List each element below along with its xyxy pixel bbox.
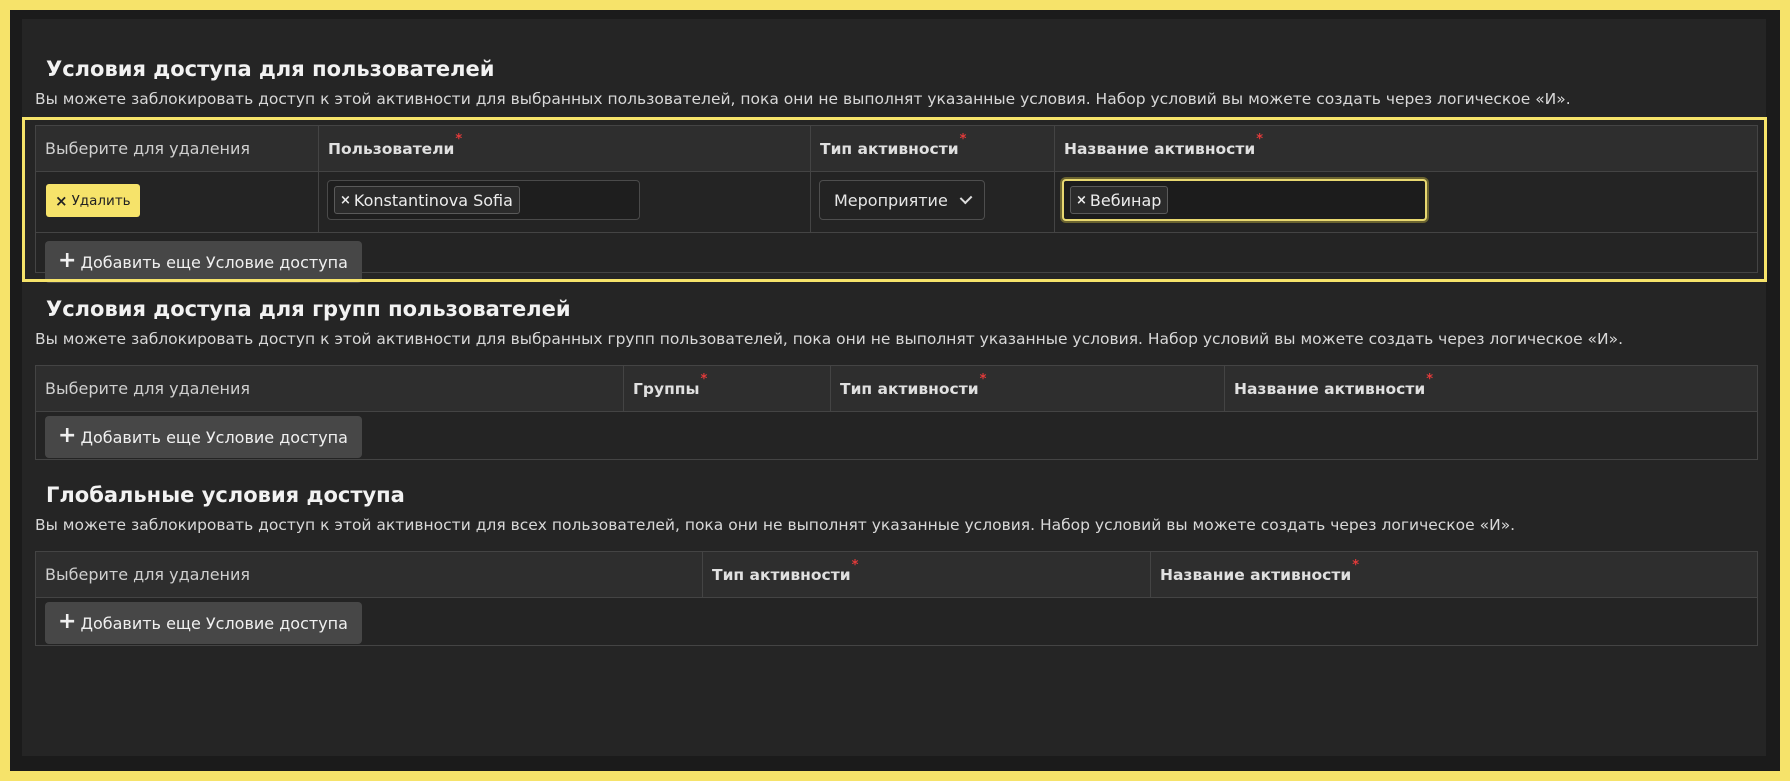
users-section-title: Условия доступа для пользователей: [46, 57, 495, 81]
add-condition-button[interactable]: + Добавить еще Условие доступа: [45, 602, 362, 644]
column-activity-type: Тип активности*: [702, 552, 1150, 597]
row-divider: [36, 232, 1757, 233]
add-condition-label: Добавить еще Условие доступа: [80, 252, 348, 272]
column-activity-type: Тип активности*: [810, 126, 1054, 171]
plus-icon: +: [58, 248, 77, 273]
user-tag-label: Konstantinova Sofia: [353, 190, 513, 210]
activity-tag: × Вебинар: [1070, 186, 1169, 214]
activity-name-cell: × Вебинар: [1054, 172, 1757, 232]
table-header: Выберите для удаления Группы* Тип активн…: [36, 366, 1757, 412]
page-frame: Условия доступа для пользователей Вы мож…: [10, 10, 1780, 771]
required-mark: *: [979, 372, 987, 387]
chevron-down-icon: [959, 191, 973, 204]
global-conditions-table: Выберите для удаления Тип активности* На…: [35, 551, 1758, 646]
column-groups: Группы*: [623, 366, 830, 411]
column-activity-type: Тип активности*: [830, 366, 1224, 411]
activity-type-value: Мероприятие: [834, 190, 948, 210]
groups-section-title: Условия доступа для групп пользователей: [46, 297, 571, 321]
settings-panel: Условия доступа для пользователей Вы мож…: [22, 19, 1766, 756]
required-mark: *: [700, 372, 708, 387]
delete-condition-button[interactable]: × Удалить: [46, 184, 140, 217]
add-condition-button[interactable]: + Добавить еще Условие доступа: [45, 241, 362, 283]
column-select-delete: Выберите для удаления: [45, 565, 251, 584]
groups-section-description: Вы можете заблокировать доступ к этой ак…: [35, 330, 1624, 348]
global-section-description: Вы можете заблокировать доступ к этой ак…: [35, 516, 1516, 534]
activity-name-multiselect[interactable]: × Вебинар: [1062, 179, 1427, 221]
column-activity-name: Название активности*: [1150, 552, 1757, 597]
add-condition-button[interactable]: + Добавить еще Условие доступа: [45, 416, 362, 458]
required-mark: *: [851, 558, 859, 573]
delete-label: Удалить: [71, 192, 131, 209]
table-header: Выберите для удаления Тип активности* На…: [36, 552, 1757, 598]
tag-remove-icon[interactable]: ×: [1076, 193, 1087, 208]
required-mark: *: [959, 132, 967, 147]
required-mark: *: [1256, 132, 1264, 147]
global-section-title: Глобальные условия доступа: [46, 483, 405, 507]
plus-icon: +: [58, 423, 77, 448]
groups-conditions-table: Выберите для удаления Группы* Тип активн…: [35, 365, 1758, 460]
add-condition-label: Добавить еще Условие доступа: [80, 427, 348, 447]
column-activity-name: Название активности*: [1054, 126, 1757, 171]
users-conditions-table: Выберите для удаления Пользователи* Тип …: [35, 125, 1758, 283]
column-users: Пользователи*: [318, 126, 810, 171]
delete-cell: × Удалить: [36, 172, 318, 232]
tag-remove-icon[interactable]: ×: [340, 193, 351, 208]
users-section-description: Вы можете заблокировать доступ к этой ак…: [35, 90, 1571, 108]
activity-type-select[interactable]: Мероприятие: [819, 180, 985, 220]
column-activity-name: Название активности*: [1224, 366, 1757, 411]
required-mark: *: [1352, 558, 1360, 573]
close-icon: ×: [55, 191, 68, 210]
column-select-delete: Выберите для удаления: [45, 139, 251, 158]
user-tag: × Konstantinova Sofia: [334, 186, 520, 214]
activity-tag-label: Вебинар: [1089, 190, 1162, 210]
users-multiselect[interactable]: × Konstantinova Sofia: [327, 180, 640, 220]
users-cell: × Konstantinova Sofia: [318, 172, 810, 232]
column-select-delete: Выберите для удаления: [45, 379, 251, 398]
add-condition-label: Добавить еще Условие доступа: [80, 613, 348, 633]
required-mark: *: [1426, 372, 1434, 387]
table-header: Выберите для удаления Пользователи* Тип …: [36, 126, 1757, 172]
plus-icon: +: [58, 609, 77, 634]
activity-type-cell: Мероприятие: [810, 172, 1054, 232]
required-mark: *: [455, 132, 463, 147]
